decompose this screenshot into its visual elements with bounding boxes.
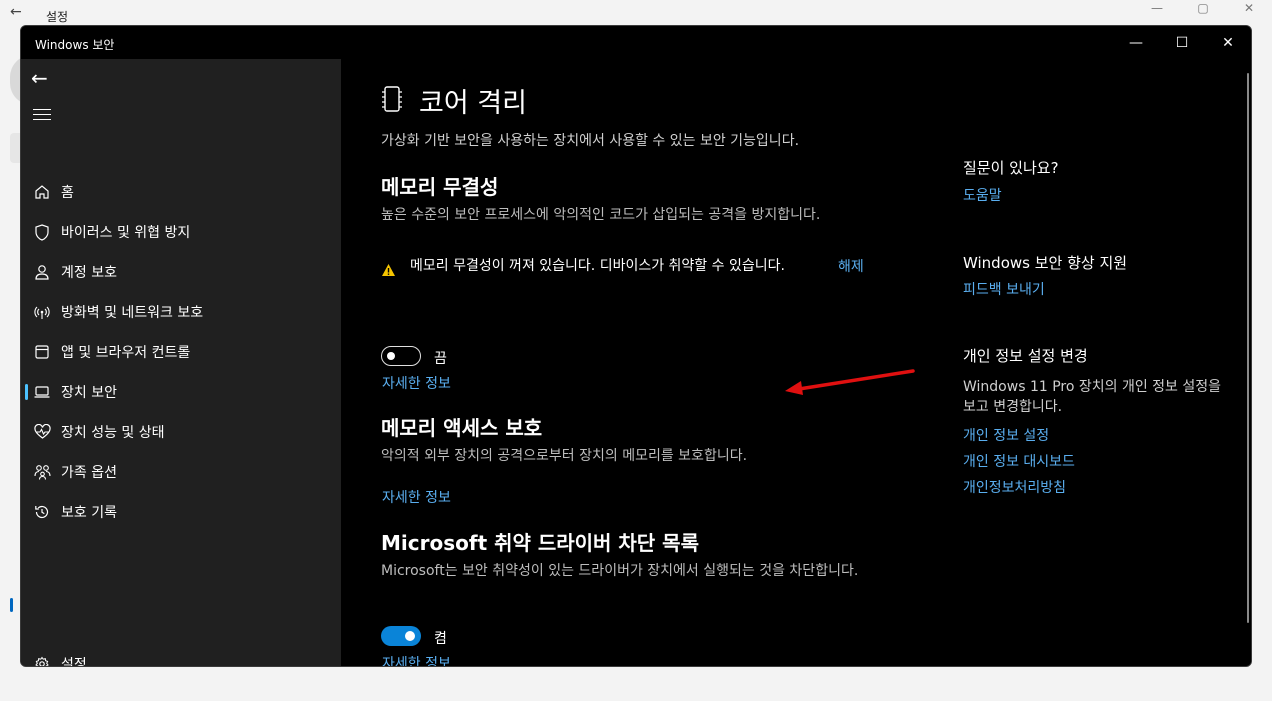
background-window-controls: — ▢ ✕ <box>1134 0 1272 18</box>
background-minimize-button[interactable]: — <box>1134 0 1180 18</box>
sidebar-item-device-performance[interactable]: 장치 성능 및 상태 <box>21 413 341 451</box>
memory-integrity-toggle[interactable] <box>381 346 421 366</box>
warning-text: 메모리 무결성이 꺼져 있습니다. 디바이스가 취약할 수 있습니다. <box>410 258 785 274</box>
sidebar-item-firewall[interactable]: 방화벽 및 네트워크 보호 <box>21 293 341 331</box>
sidebar-item-device-security[interactable]: 장치 보안 <box>21 373 341 411</box>
window-titlebar: Windows 보안 — ☐ ✕ <box>21 26 1251 59</box>
sidebar-item-label: 바이러스 및 위협 방지 <box>61 225 191 241</box>
background-window-title: 설정 <box>46 10 69 24</box>
back-arrow-icon[interactable]: ← <box>31 67 55 91</box>
home-icon <box>33 183 51 201</box>
privacy-description: Windows 11 Pro 장치의 개인 정보 설정을 보고 변경합니다. <box>963 379 1222 415</box>
background-back-icon[interactable]: ← <box>10 4 22 20</box>
heart-pulse-icon <box>33 423 51 441</box>
feedback-link[interactable]: 피드백 보내기 <box>963 279 1045 299</box>
annotation-arrow <box>785 369 915 395</box>
sidebar: ← 홈 바이러스 및 위협 방지 계정 보호 방화벽 및 네트워크 보호 앱 및… <box>21 59 341 667</box>
dismiss-warning-link[interactable]: 해제 <box>838 256 864 276</box>
memory-integrity-heading: 메모리 무결성 <box>381 175 499 199</box>
page-title: 코어 격리 <box>419 88 527 119</box>
driver-blocklist-heading: Microsoft 취약 드라이버 차단 목록 <box>381 531 699 555</box>
improve-heading: Windows 보안 향상 지원 <box>963 254 1128 272</box>
driver-blocklist-description: Microsoft는 보안 취약성이 있는 드라이버가 장치에서 실행되는 것을… <box>381 563 859 579</box>
sidebar-item-label: 장치 성능 및 상태 <box>61 425 165 441</box>
driver-blocklist-toggle-label: 켬 <box>434 631 447 647</box>
vertical-scrollbar[interactable] <box>1247 73 1249 623</box>
hamburger-menu-icon[interactable] <box>33 109 51 125</box>
page-subtitle: 가상화 기반 보안을 사용하는 장치에서 사용할 수 있는 보안 기능입니다. <box>381 133 800 149</box>
background-maximize-button[interactable]: ▢ <box>1180 0 1226 18</box>
help-link[interactable]: 도움말 <box>963 185 1002 205</box>
privacy-statement-link[interactable]: 개인정보처리방침 <box>963 477 1066 497</box>
sidebar-item-label: 홈 <box>61 185 74 201</box>
sidebar-item-family-options[interactable]: 가족 옵션 <box>21 453 341 491</box>
memory-access-more-info-link[interactable]: 자세한 정보 <box>382 487 451 507</box>
privacy-dashboard-link[interactable]: 개인 정보 대시보드 <box>963 451 1075 471</box>
privacy-heading: 개인 정보 설정 변경 <box>963 347 1088 365</box>
memory-access-description: 악의적 외부 장치의 공격으로부터 장치의 메모리를 보호합니다. <box>381 448 748 464</box>
sidebar-item-label: 가족 옵션 <box>61 465 117 481</box>
history-icon <box>33 503 51 521</box>
sidebar-item-settings[interactable]: 설정 <box>21 645 341 667</box>
memory-integrity-description: 높은 수준의 보안 프로세스에 악의적인 코드가 삽입되는 공격을 방지합니다. <box>381 207 821 223</box>
main-content: 코어 격리 가상화 기반 보안을 사용하는 장치에서 사용할 수 있는 보안 기… <box>341 59 1251 666</box>
sidebar-item-label: 계정 보호 <box>61 265 117 281</box>
core-isolation-icon <box>381 85 403 117</box>
sidebar-item-label: 보호 기록 <box>61 505 117 521</box>
sidebar-item-account-protection[interactable]: 계정 보호 <box>21 253 341 291</box>
background-close-button[interactable]: ✕ <box>1226 0 1272 18</box>
driver-blocklist-more-info-link[interactable]: 자세한 정보 <box>382 653 451 666</box>
sidebar-item-label: 장치 보안 <box>61 385 117 401</box>
warning-icon <box>381 262 396 281</box>
sidebar-item-home[interactable]: 홈 <box>21 173 341 211</box>
family-icon <box>33 463 51 481</box>
windows-security-window: Windows 보안 — ☐ ✕ ← 홈 바이러스 및 위협 방지 계정 보호 <box>20 25 1252 667</box>
memory-integrity-toggle-label: 끔 <box>434 351 447 367</box>
app-window-icon <box>33 343 51 361</box>
background-active-indicator <box>10 598 13 612</box>
memory-integrity-more-info-link[interactable]: 자세한 정보 <box>382 373 451 393</box>
minimize-button[interactable]: — <box>1113 26 1159 59</box>
memory-access-heading: 메모리 액세스 보호 <box>381 416 543 440</box>
sidebar-item-virus-protection[interactable]: 바이러스 및 위협 방지 <box>21 213 341 251</box>
sidebar-item-label: 앱 및 브라우저 컨트롤 <box>61 345 191 361</box>
sidebar-item-label: 방화벽 및 네트워크 보호 <box>61 305 204 321</box>
sidebar-item-app-browser-control[interactable]: 앱 및 브라우저 컨트롤 <box>21 333 341 371</box>
gear-icon <box>33 655 51 666</box>
close-button[interactable]: ✕ <box>1205 26 1251 59</box>
question-heading: 질문이 있나요? <box>963 159 1059 177</box>
privacy-settings-link[interactable]: 개인 정보 설정 <box>963 425 1049 445</box>
wireless-icon <box>33 303 51 321</box>
window-title: Windows 보안 <box>35 38 115 52</box>
sidebar-item-protection-history[interactable]: 보호 기록 <box>21 493 341 531</box>
laptop-icon <box>33 383 51 401</box>
driver-blocklist-toggle[interactable] <box>381 626 421 646</box>
sidebar-item-label: 설정 <box>61 657 87 667</box>
person-icon <box>33 263 51 281</box>
maximize-button[interactable]: ☐ <box>1159 26 1205 59</box>
shield-icon <box>33 223 51 241</box>
window-controls: — ☐ ✕ <box>1113 26 1251 59</box>
